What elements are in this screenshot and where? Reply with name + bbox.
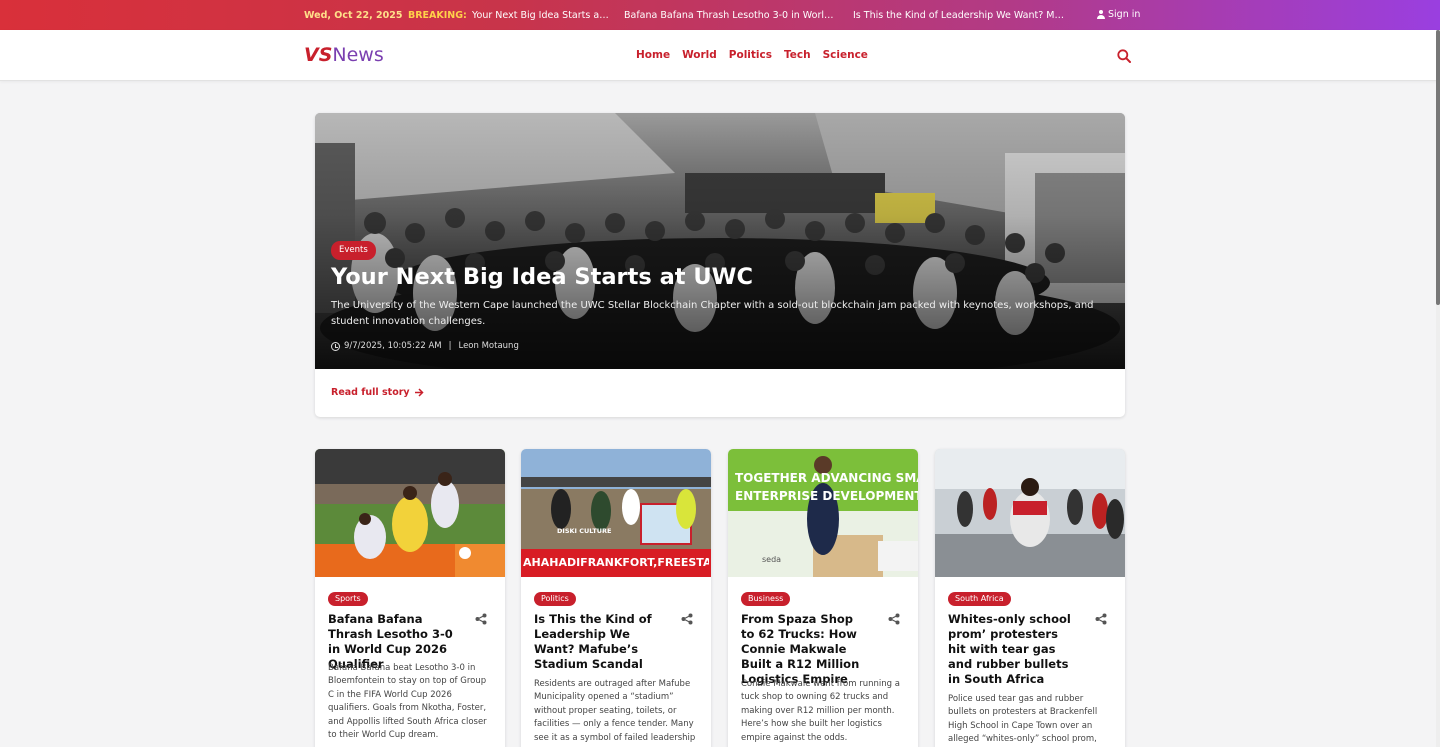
news-card[interactable]: South Africa Whites-only school prom’ pr… <box>935 449 1125 747</box>
read-full-story-link[interactable]: Read full story <box>331 387 424 398</box>
ticker-item[interactable]: Is This the Kind of Leadership We Want? … <box>853 10 1065 21</box>
image-caption-mid: ENTERPRISE DEVELOPMENT <box>735 489 918 503</box>
card-title[interactable]: Is This the Kind of Leadership We Want? … <box>534 612 662 672</box>
share-icon[interactable] <box>1095 613 1107 625</box>
share-icon[interactable] <box>888 613 900 625</box>
breaking-label: BREAKING: <box>408 10 467 21</box>
category-badge[interactable]: Politics <box>534 592 576 606</box>
ticker-item[interactable]: Your Next Big Idea Starts at UWC <box>472 10 612 21</box>
featured-story-title[interactable]: Your Next Big Idea Starts at UWC <box>331 264 753 290</box>
sign-in-label: Sign in <box>1108 9 1141 20</box>
user-icon <box>1097 10 1105 19</box>
meta-separator: | <box>448 341 452 351</box>
nav-politics[interactable]: Politics <box>729 49 772 61</box>
category-badge[interactable]: Events <box>331 241 376 260</box>
category-badge[interactable]: South Africa <box>948 592 1011 606</box>
site-logo[interactable]: VSNews <box>304 44 384 66</box>
sign-in-link[interactable]: Sign in <box>1097 9 1140 20</box>
category-badge[interactable]: Business <box>741 592 791 606</box>
card-title[interactable]: Whites-only school prom’ protesters hit … <box>948 612 1076 687</box>
search-icon[interactable] <box>1117 49 1131 63</box>
share-icon[interactable] <box>681 613 693 625</box>
main-menu: Home World Politics Tech Science <box>636 49 868 61</box>
page-scrollbar[interactable] <box>1436 30 1440 747</box>
share-icon[interactable] <box>475 613 487 625</box>
main-header: VSNews Home World Politics Tech Science <box>0 30 1440 81</box>
news-card[interactable]: Sports Bafana Bafana Thrash Lesotho 3-0 … <box>315 449 505 747</box>
card-summary: Police used tear gas and rubber bullets … <box>948 694 1098 745</box>
image-logo-text: seda <box>762 555 782 564</box>
arrow-right-icon <box>414 388 424 397</box>
logo-vs: VS <box>304 44 333 66</box>
current-date: Wed, Oct 22, 2025 <box>304 10 403 21</box>
card-image: DISKI CULTURE AHAHADIFRANKFORT,FREESTA <box>521 449 711 577</box>
news-card[interactable]: DISKI CULTURE AHAHADIFRANKFORT,FREESTA P… <box>521 449 711 747</box>
image-caption-top: DISKI CULTURE <box>557 527 612 535</box>
news-card[interactable]: TOGETHER ADVANCING SMA ENTERPRISE DEVELO… <box>728 449 918 747</box>
card-image <box>935 449 1125 577</box>
category-badge[interactable]: Sports <box>328 592 368 606</box>
card-title[interactable]: From Spaza Shop to 62 Trucks: How Connie… <box>741 612 869 687</box>
card-summary: Residents are outraged after Mafube Muni… <box>534 679 696 743</box>
nav-world[interactable]: World <box>682 49 717 61</box>
featured-story-meta: 9/7/2025, 10:05:22 AM | Leon Motaung <box>331 341 519 351</box>
featured-story[interactable]: Events Your Next Big Idea Starts at UWC … <box>315 113 1125 417</box>
nav-tech[interactable]: Tech <box>784 49 811 61</box>
ticker-item[interactable]: Bafana Bafana Thrash Lesotho 3-0 in Worl… <box>624 10 836 21</box>
card-image: TOGETHER ADVANCING SMA ENTERPRISE DEVELO… <box>728 449 918 577</box>
image-caption-top: TOGETHER ADVANCING SMA <box>735 471 918 485</box>
clock-icon <box>331 341 340 351</box>
breaking-news-bar: Wed, Oct 22, 2025 BREAKING: Your Next Bi… <box>0 0 1440 30</box>
read-more-label: Read full story <box>331 387 410 398</box>
card-summary: Connie Makwale went from running a tuck … <box>741 679 900 743</box>
scrollbar-thumb[interactable] <box>1436 30 1440 305</box>
image-caption-bottom: AHAHADIFRANKFORT,FREESTA <box>523 556 709 569</box>
nav-science[interactable]: Science <box>823 49 868 61</box>
nav-home[interactable]: Home <box>636 49 670 61</box>
logo-news: News <box>332 44 384 66</box>
story-timestamp: 9/7/2025, 10:05:22 AM <box>344 341 442 351</box>
card-image <box>315 449 505 577</box>
card-summary: Bafana Bafana beat Lesotho 3-0 in Bloemf… <box>328 663 487 741</box>
story-author: Leon Motaung <box>458 341 519 351</box>
featured-story-summary: The University of the Western Cape launc… <box>331 300 1094 327</box>
hero-image-overlay <box>315 113 1125 369</box>
